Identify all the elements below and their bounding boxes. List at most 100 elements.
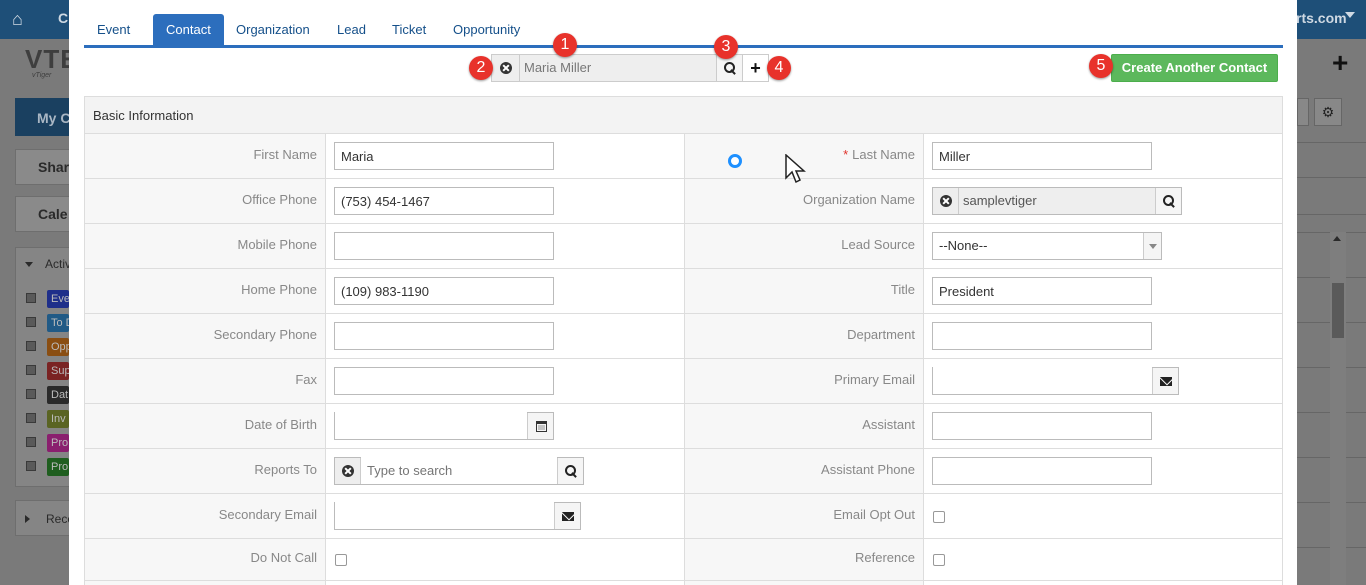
add-record-button[interactable]: + bbox=[743, 54, 769, 82]
next-row-label-2 bbox=[685, 581, 924, 585]
triangle-down-icon bbox=[25, 262, 33, 267]
form-row: Secondary Phone Department bbox=[85, 314, 1282, 359]
tab-lead[interactable]: Lead bbox=[324, 14, 379, 46]
search-reports-to-button[interactable] bbox=[557, 458, 583, 484]
remove-circle-icon bbox=[499, 62, 512, 74]
caret-down-icon bbox=[1345, 12, 1355, 18]
form-row: Do Not Call Reference bbox=[85, 539, 1282, 581]
calendar-tag-checkbox bbox=[26, 317, 36, 327]
title-input[interactable] bbox=[932, 277, 1152, 305]
section-title: Basic Information bbox=[85, 97, 1282, 134]
primary-email-group bbox=[932, 367, 1179, 395]
plus-icon: + bbox=[750, 58, 761, 78]
envelope-icon bbox=[1159, 377, 1172, 386]
calendar-tag-checkbox bbox=[26, 365, 36, 375]
first-name-input[interactable] bbox=[334, 142, 554, 170]
reference-label: Reference bbox=[685, 539, 924, 580]
search-icon bbox=[564, 464, 578, 478]
reports-to-group bbox=[334, 457, 584, 485]
calendar-tag-checkbox bbox=[26, 413, 36, 423]
mobile-phone-input[interactable] bbox=[334, 232, 554, 260]
tab-contact[interactable]: Contact bbox=[153, 14, 224, 46]
secondary-email-group bbox=[334, 502, 581, 530]
mouse-cursor-icon bbox=[785, 154, 806, 184]
clear-reports-to-button[interactable] bbox=[335, 458, 361, 484]
calendar-tag: To D bbox=[47, 314, 69, 332]
secondary-phone-label: Secondary Phone bbox=[85, 314, 326, 358]
organization-selector: samplevtiger bbox=[932, 187, 1182, 215]
triangle-right-icon bbox=[25, 515, 30, 523]
bg-scrollbar-thumb bbox=[1332, 283, 1344, 338]
secondary-email-label: Secondary Email bbox=[85, 494, 326, 538]
selected-record[interactable]: Maria Miller bbox=[520, 55, 716, 81]
home-phone-input[interactable] bbox=[334, 277, 554, 305]
calendar-tag: Opp bbox=[47, 338, 69, 356]
calendar-tag-checkbox bbox=[26, 389, 36, 399]
home-phone-label: Home Phone bbox=[85, 269, 326, 313]
calendar-tag-checkbox bbox=[26, 293, 36, 303]
reference-checkbox[interactable] bbox=[933, 554, 945, 566]
activity-label: Activ bbox=[45, 257, 72, 271]
callout-badge-3: 3 bbox=[714, 35, 738, 59]
next-row-label bbox=[85, 581, 326, 585]
topbar-partial-left: C bbox=[58, 10, 69, 26]
basic-information-form: Basic Information First Name *Last Name … bbox=[84, 96, 1283, 585]
share-button: Shar bbox=[15, 149, 75, 185]
form-row: Home Phone Title bbox=[85, 269, 1282, 314]
tab-event[interactable]: Event bbox=[84, 14, 143, 46]
lead-source-value: --None-- bbox=[939, 238, 988, 253]
fax-label: Fax bbox=[85, 359, 326, 403]
calendar-tag: Sup bbox=[47, 362, 69, 380]
search-organization-button[interactable] bbox=[1155, 188, 1181, 214]
tab-opportunity[interactable]: Opportunity bbox=[440, 14, 533, 46]
search-record-button[interactable] bbox=[716, 55, 742, 81]
lead-source-label: Lead Source bbox=[685, 224, 924, 268]
clear-organization-button[interactable] bbox=[933, 188, 959, 214]
record-selector: Maria Miller bbox=[491, 54, 743, 82]
recent-panel: Rece bbox=[15, 500, 75, 536]
calendar-tag: Dat bbox=[47, 386, 69, 404]
secondary-phone-input[interactable] bbox=[334, 322, 554, 350]
last-name-input[interactable] bbox=[932, 142, 1152, 170]
required-marker: * bbox=[843, 147, 849, 162]
secondary-email-input[interactable] bbox=[335, 502, 554, 528]
search-icon bbox=[723, 61, 737, 75]
assistant-input[interactable] bbox=[932, 412, 1152, 440]
quick-create-modal: Event Contact Organization Lead Ticket O… bbox=[69, 0, 1297, 585]
do-not-call-label: Do Not Call bbox=[85, 539, 326, 580]
app-logo-sub: vTiger bbox=[32, 72, 52, 79]
do-not-call-checkbox[interactable] bbox=[335, 554, 347, 566]
calendar-tag: Inv bbox=[47, 410, 69, 428]
clear-record-button[interactable] bbox=[492, 55, 520, 81]
search-icon bbox=[1162, 194, 1176, 208]
department-input[interactable] bbox=[932, 322, 1152, 350]
create-another-contact-button[interactable]: Create Another Contact bbox=[1111, 54, 1278, 82]
next-row-value bbox=[326, 581, 685, 585]
calendar-button: Cale bbox=[15, 196, 75, 232]
fax-input[interactable] bbox=[334, 367, 554, 395]
email-opt-out-label: Email Opt Out bbox=[685, 494, 924, 538]
scroll-up-icon bbox=[1333, 236, 1341, 241]
office-phone-input[interactable] bbox=[334, 187, 554, 215]
assistant-phone-label: Assistant Phone bbox=[685, 449, 924, 493]
form-row bbox=[85, 581, 1282, 585]
reports-to-input[interactable] bbox=[361, 457, 557, 483]
compose-secondary-email-button[interactable] bbox=[554, 503, 580, 529]
assistant-phone-input[interactable] bbox=[932, 457, 1152, 485]
organization-value[interactable]: samplevtiger bbox=[959, 188, 1037, 214]
lead-source-select[interactable]: --None-- bbox=[932, 232, 1162, 260]
topbar-partial-right: rts.com bbox=[1296, 10, 1347, 26]
tab-organization[interactable]: Organization bbox=[223, 14, 323, 46]
date-of-birth-group bbox=[334, 412, 554, 440]
form-row: First Name *Last Name bbox=[85, 134, 1282, 179]
date-of-birth-input[interactable] bbox=[335, 412, 527, 438]
form-row: Date of Birth Assistant bbox=[85, 404, 1282, 449]
primary-email-input[interactable] bbox=[933, 367, 1152, 393]
tab-ticket[interactable]: Ticket bbox=[379, 14, 439, 46]
date-picker-button[interactable] bbox=[527, 413, 553, 439]
last-name-label: Last Name bbox=[852, 147, 915, 162]
email-opt-out-checkbox[interactable] bbox=[933, 511, 945, 523]
office-phone-label: Office Phone bbox=[85, 179, 326, 223]
compose-email-button[interactable] bbox=[1152, 368, 1178, 394]
date-of-birth-label: Date of Birth bbox=[85, 404, 326, 448]
